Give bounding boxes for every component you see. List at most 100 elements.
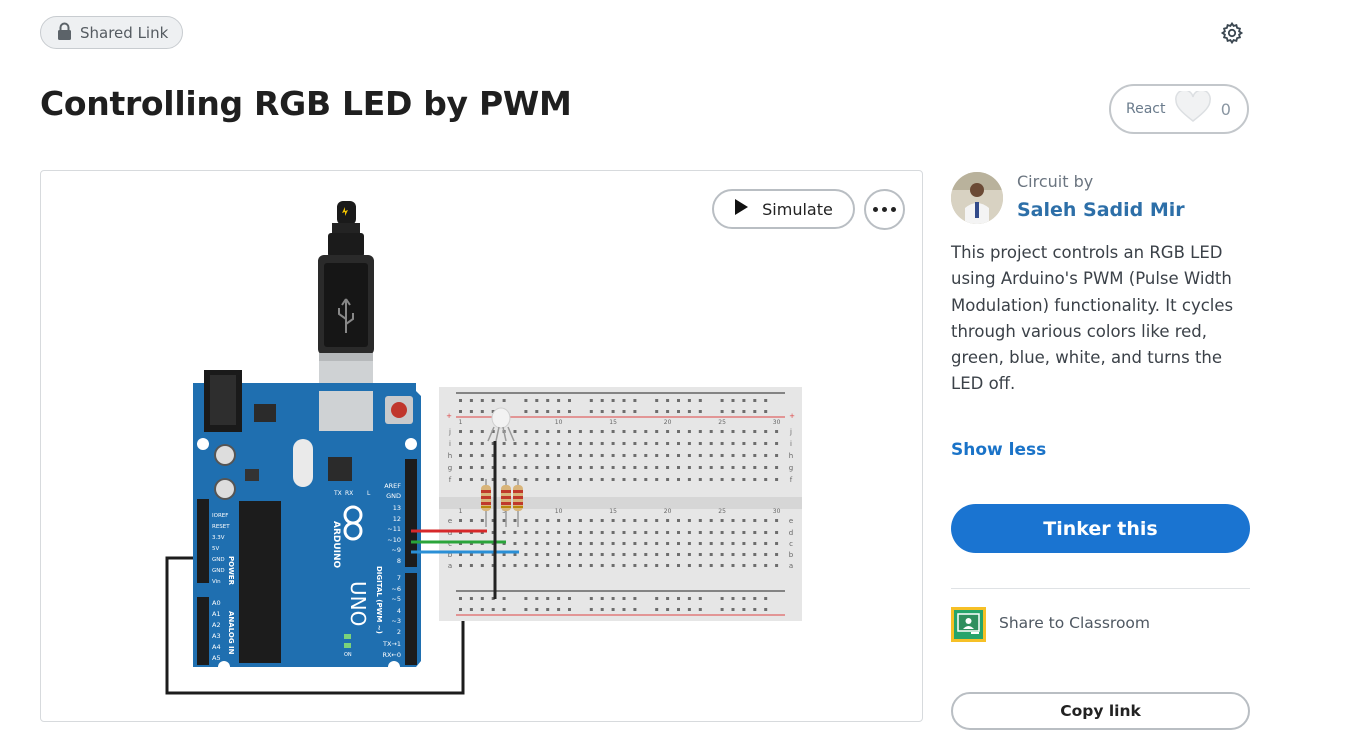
power-pin-label: 3.3V bbox=[212, 535, 225, 541]
rx-led-label: RX bbox=[345, 490, 353, 497]
breadboard-hole bbox=[687, 478, 691, 481]
share-to-classroom-link[interactable]: Share to Classroom bbox=[999, 614, 1150, 632]
react-button[interactable]: React 0 bbox=[1109, 84, 1249, 134]
breadboard-hole bbox=[546, 608, 550, 611]
breadboard-hole bbox=[600, 564, 604, 567]
digital-pin-label: 7 bbox=[397, 574, 401, 582]
breadboard-hole bbox=[655, 478, 659, 481]
breadboard-hole bbox=[775, 454, 779, 457]
breadboard-hole bbox=[742, 442, 746, 445]
circuit-canvas[interactable]: ARDUINO UNO DIGITAL (PWM ~) POWER ANALOG… bbox=[40, 170, 923, 722]
breadboard-hole bbox=[731, 478, 735, 481]
breadboard-hole bbox=[480, 608, 484, 611]
breadboard-hole bbox=[742, 410, 746, 413]
breadboard-hole bbox=[731, 466, 735, 469]
breadboard-hole bbox=[546, 519, 550, 522]
google-classroom-icon[interactable] bbox=[951, 607, 986, 642]
breadboard-hole bbox=[568, 430, 571, 433]
breadboard-hole bbox=[633, 399, 637, 402]
usb-cable bbox=[318, 201, 374, 399]
breadboard-hole bbox=[513, 519, 517, 522]
tinker-this-button[interactable]: Tinker this bbox=[951, 504, 1250, 553]
breadboard-hole bbox=[568, 466, 571, 469]
breadboard-hole bbox=[600, 608, 604, 611]
breadboard-hole bbox=[524, 542, 528, 545]
breadboard-hole bbox=[535, 542, 539, 545]
breadboard-hole bbox=[469, 410, 473, 413]
breadboard-hole bbox=[633, 519, 637, 522]
circuit-by-label: Circuit by bbox=[1017, 172, 1094, 191]
divider bbox=[951, 588, 1250, 589]
breadboard-hole bbox=[524, 608, 528, 611]
author-link[interactable]: Saleh Sadid Mir bbox=[1017, 199, 1185, 221]
power-pin-label: Vin bbox=[212, 579, 221, 585]
breadboard-hole bbox=[644, 430, 648, 433]
breadboard-hole bbox=[589, 478, 593, 481]
resistor-band bbox=[481, 490, 491, 493]
breadboard-hole bbox=[557, 597, 561, 600]
breadboard-hole bbox=[524, 430, 528, 433]
breadboard-hole bbox=[698, 564, 702, 567]
breadboard-hole bbox=[535, 519, 539, 522]
breadboard-hole bbox=[633, 553, 637, 556]
more-icon[interactable] bbox=[864, 189, 905, 230]
show-less-link[interactable]: Show less bbox=[951, 440, 1046, 460]
breadboard-hole bbox=[502, 519, 506, 522]
breadboard-hole bbox=[578, 430, 582, 433]
resistor-band bbox=[501, 496, 511, 499]
breadboard-hole bbox=[480, 466, 484, 469]
breadboard-hole bbox=[644, 478, 648, 481]
breadboard-hole bbox=[709, 542, 713, 545]
breadboard-hole bbox=[775, 466, 779, 469]
analog-header-label: ANALOG IN bbox=[227, 611, 235, 655]
breadboard-hole bbox=[611, 542, 615, 545]
breadboard-hole bbox=[600, 430, 604, 433]
uno-model-text: UNO bbox=[346, 581, 370, 626]
breadboard-hole bbox=[731, 399, 735, 402]
breadboard-hole bbox=[753, 542, 757, 545]
breadboard-hole bbox=[720, 519, 724, 522]
gear-icon[interactable] bbox=[1220, 21, 1244, 45]
breadboard-hole bbox=[589, 454, 593, 457]
breadboard-hole bbox=[524, 399, 528, 402]
breadboard-hole bbox=[742, 519, 746, 522]
resistor-band bbox=[501, 490, 511, 493]
avatar[interactable] bbox=[951, 172, 1003, 224]
breadboard-hole bbox=[731, 553, 735, 556]
breadboard-hole bbox=[622, 410, 626, 413]
breadboard-hole bbox=[568, 542, 571, 545]
breadboard-hole bbox=[731, 531, 735, 534]
breadboard-hole bbox=[742, 454, 746, 457]
breadboard-hole bbox=[622, 553, 626, 556]
breadboard-row-label: j bbox=[789, 428, 792, 436]
breadboard-hole bbox=[720, 478, 724, 481]
breadboard-hole bbox=[513, 564, 517, 567]
breadboard-hole bbox=[491, 399, 495, 402]
digital-pin-label: 12 bbox=[393, 515, 401, 523]
breadboard-hole bbox=[535, 442, 539, 445]
breadboard-hole bbox=[611, 410, 615, 413]
digital-pin-label: 4 bbox=[397, 607, 401, 615]
breadboard-hole bbox=[600, 442, 604, 445]
breadboard-hole bbox=[611, 531, 615, 534]
breadboard-hole bbox=[557, 399, 561, 402]
breadboard-hole bbox=[524, 454, 528, 457]
breadboard-hole bbox=[677, 531, 680, 534]
digital-pin-label: RX←0 bbox=[382, 651, 401, 659]
breadboard-col-label: 30 bbox=[773, 508, 781, 515]
breadboard-hole bbox=[557, 430, 561, 433]
breadboard-hole bbox=[589, 608, 593, 611]
breadboard-hole bbox=[633, 564, 637, 567]
breadboard-hole bbox=[709, 519, 713, 522]
shared-link-badge[interactable]: Shared Link bbox=[40, 16, 183, 49]
breadboard-hole bbox=[709, 478, 713, 481]
breadboard-col-label: 20 bbox=[664, 508, 672, 515]
simulate-button[interactable]: Simulate bbox=[712, 189, 855, 229]
breadboard-hole bbox=[764, 608, 768, 611]
breadboard-hole bbox=[731, 410, 735, 413]
breadboard-hole bbox=[524, 564, 528, 567]
breadboard-hole bbox=[611, 478, 615, 481]
breadboard-hole bbox=[524, 442, 528, 445]
breadboard-hole bbox=[600, 399, 604, 402]
copy-link-button[interactable]: Copy link bbox=[951, 692, 1250, 730]
